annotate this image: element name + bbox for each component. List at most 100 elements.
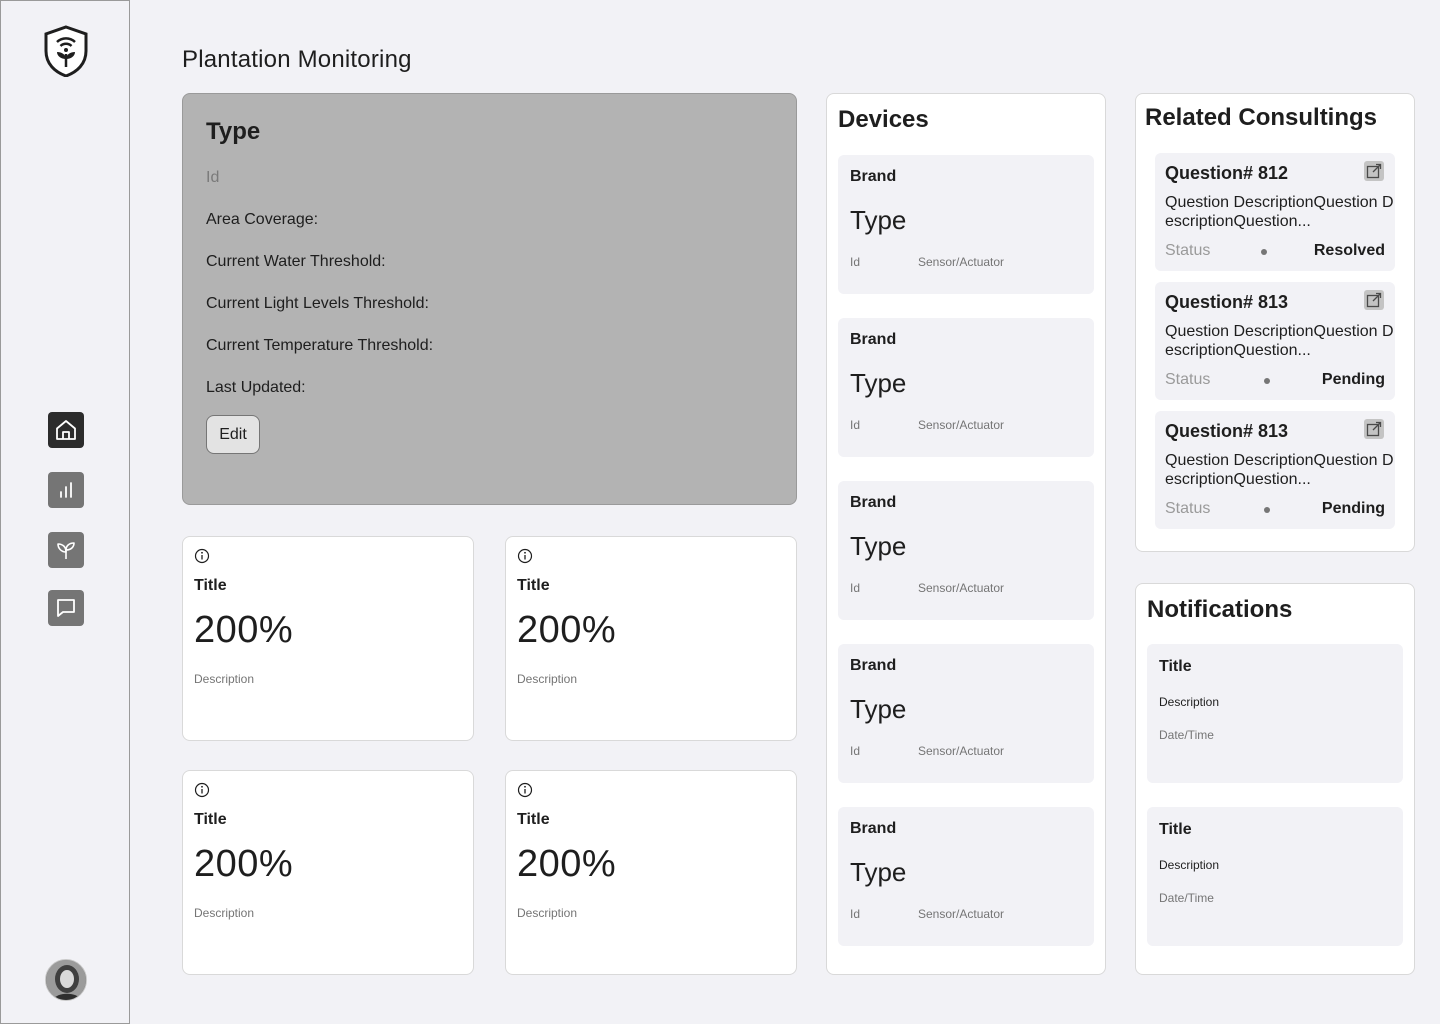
stat-value: 200% xyxy=(517,609,617,651)
stat-card: Title 200% Description xyxy=(182,536,474,741)
consulting-card[interactable]: Question# 813 Question DescriptionQuesti… xyxy=(1155,411,1395,529)
info-icon[interactable] xyxy=(517,548,533,564)
device-type: Type xyxy=(850,694,907,724)
stat-title: Title xyxy=(194,577,227,594)
nav-plants-button[interactable] xyxy=(48,532,84,568)
device-card[interactable]: Brand Type Id Sensor/Actuator xyxy=(838,481,1094,620)
external-link-icon[interactable] xyxy=(1364,419,1384,439)
info-icon[interactable] xyxy=(194,782,210,798)
stat-description: Description xyxy=(517,672,578,686)
devices-panel: Devices Brand Type Id Sensor/Actuator Br… xyxy=(826,93,1106,975)
device-id: Id xyxy=(850,581,861,595)
home-icon xyxy=(56,420,76,440)
stat-title: Title xyxy=(517,577,550,594)
device-id: Id xyxy=(850,255,861,269)
external-link-icon[interactable] xyxy=(1364,161,1384,181)
nav-analytics-button[interactable] xyxy=(48,472,84,508)
consulting-description: Question DescriptionQuestion Description… xyxy=(1165,452,1394,488)
consulting-status-label: Status xyxy=(1165,500,1211,517)
consulting-status: Pending xyxy=(1321,371,1385,388)
notification-title: Title xyxy=(1159,821,1192,838)
consulting-title: Question# 812 xyxy=(1165,163,1289,183)
device-kind: Sensor/Actuator xyxy=(918,418,1005,432)
info-icon[interactable] xyxy=(517,782,533,798)
sprout-icon xyxy=(57,542,75,559)
stat-description: Description xyxy=(194,672,255,686)
info-icon[interactable] xyxy=(194,548,210,564)
last-updated-label: Last Updated: xyxy=(206,379,306,396)
stat-card: Title 200% Description xyxy=(505,770,797,975)
bar-chart-icon xyxy=(60,482,72,498)
notification-card[interactable]: Title Description Date/Time xyxy=(1147,807,1403,946)
consulting-card[interactable]: Question# 812 Question DescriptionQuesti… xyxy=(1155,153,1395,271)
device-brand: Brand xyxy=(850,820,897,837)
consulting-status-label: Status xyxy=(1165,371,1211,388)
light-threshold-label: Current Light Levels Threshold: xyxy=(206,295,429,312)
device-card[interactable]: Brand Type Id Sensor/Actuator xyxy=(838,644,1094,783)
consulting-card[interactable]: Question# 813 Question DescriptionQuesti… xyxy=(1155,282,1395,400)
area-coverage-label: Area Coverage: xyxy=(206,211,319,228)
stat-description: Description xyxy=(517,906,578,920)
devices-title: Devices xyxy=(838,106,929,133)
device-kind: Sensor/Actuator xyxy=(918,744,1005,758)
external-link-icon[interactable] xyxy=(1364,290,1384,310)
stat-card: Title 200% Description xyxy=(182,770,474,975)
stat-value: 200% xyxy=(194,843,294,885)
stat-card: Title 200% Description xyxy=(505,536,797,741)
notification-title: Title xyxy=(1159,658,1192,675)
water-threshold-label: Current Water Threshold: xyxy=(206,253,386,270)
device-kind: Sensor/Actuator xyxy=(918,255,1005,269)
stat-value: 200% xyxy=(517,843,617,885)
stat-title: Title xyxy=(517,811,550,828)
device-brand: Brand xyxy=(850,657,897,674)
plantation-type-panel: Type Id Area Coverage: Current Water Thr… xyxy=(182,93,797,505)
edit-button[interactable]: Edit xyxy=(206,415,260,454)
consulting-status: Resolved xyxy=(1313,242,1385,259)
consulting-title: Question# 813 xyxy=(1165,421,1289,441)
shield-plant-wifi-icon[interactable] xyxy=(43,25,89,78)
nav-messages-button[interactable] xyxy=(48,590,84,626)
status-separator-dot xyxy=(1264,378,1270,384)
device-id: Id xyxy=(850,744,861,758)
sidebar xyxy=(0,0,130,1024)
status-separator-dot xyxy=(1261,249,1267,255)
stat-title: Title xyxy=(194,811,227,828)
device-brand: Brand xyxy=(850,168,897,185)
device-type: Type xyxy=(850,857,907,887)
consulting-status-label: Status xyxy=(1165,242,1211,259)
notifications-panel: Notifications Title Description Date/Tim… xyxy=(1135,583,1415,975)
consulting-description: Question DescriptionQuestion Description… xyxy=(1165,194,1394,230)
consultings-title: Related Consultings xyxy=(1145,104,1378,131)
nav-home-button[interactable] xyxy=(48,412,84,448)
user-avatar[interactable] xyxy=(45,959,87,1001)
stat-description: Description xyxy=(194,906,255,920)
device-type: Type xyxy=(850,205,907,235)
notification-card[interactable]: Title Description Date/Time xyxy=(1147,644,1403,783)
consulting-description: Question DescriptionQuestion Description… xyxy=(1165,323,1394,359)
device-card[interactable]: Brand Type Id Sensor/Actuator xyxy=(838,318,1094,457)
notifications-title: Notifications xyxy=(1147,596,1293,623)
temperature-threshold-label: Current Temperature Threshold: xyxy=(206,337,434,354)
notification-description: Description xyxy=(1159,695,1220,709)
type-id: Id xyxy=(206,169,220,186)
device-kind: Sensor/Actuator xyxy=(918,907,1005,921)
device-id: Id xyxy=(850,418,861,432)
device-brand: Brand xyxy=(850,331,897,348)
type-title: Type xyxy=(206,118,261,145)
device-card[interactable]: Brand Type Id Sensor/Actuator xyxy=(838,807,1094,946)
consulting-status: Pending xyxy=(1321,500,1385,517)
consultings-panel: Related Consultings Question# 812 Questi… xyxy=(1135,93,1415,552)
consulting-title: Question# 813 xyxy=(1165,292,1289,312)
status-separator-dot xyxy=(1264,507,1270,513)
stat-value: 200% xyxy=(194,609,294,651)
page-title: Plantation Monitoring xyxy=(182,46,412,73)
notification-datetime: Date/Time xyxy=(1159,891,1214,905)
notification-datetime: Date/Time xyxy=(1159,728,1214,742)
device-type: Type xyxy=(850,531,907,561)
device-kind: Sensor/Actuator xyxy=(918,581,1005,595)
device-brand: Brand xyxy=(850,494,897,511)
device-type: Type xyxy=(850,368,907,398)
device-id: Id xyxy=(850,907,861,921)
device-card[interactable]: Brand Type Id Sensor/Actuator xyxy=(838,155,1094,294)
notification-description: Description xyxy=(1159,858,1220,872)
